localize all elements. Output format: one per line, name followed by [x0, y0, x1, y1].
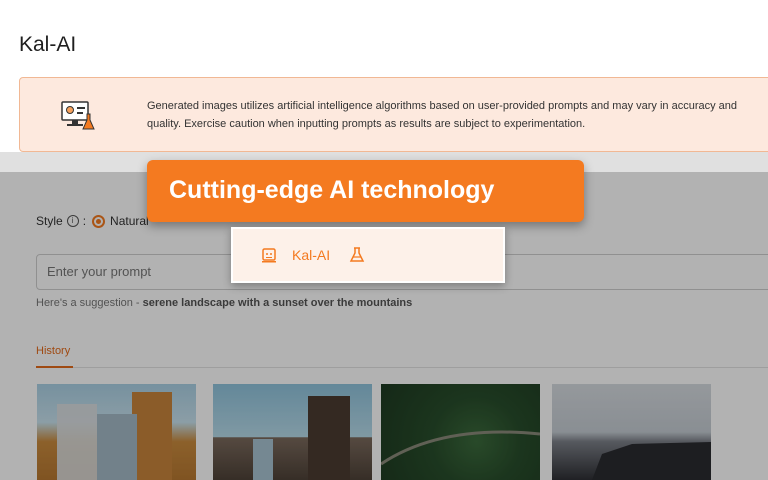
computer-flask-icon	[61, 101, 95, 130]
flask-icon	[349, 247, 365, 262]
feature-callout: Cutting-edge AI technology	[147, 160, 584, 222]
page-header	[0, 0, 768, 78]
bot-icon	[262, 248, 276, 263]
disclaimer-text: Generated images utilizes artificial int…	[147, 100, 738, 130]
popup-label: Kal-AI	[292, 247, 331, 263]
page-title: Kal-AI	[19, 33, 77, 56]
kal-ai-popup[interactable]: Kal-AI	[231, 227, 505, 283]
disclaimer-notice: Generated images utilizes artificial int…	[19, 77, 768, 152]
